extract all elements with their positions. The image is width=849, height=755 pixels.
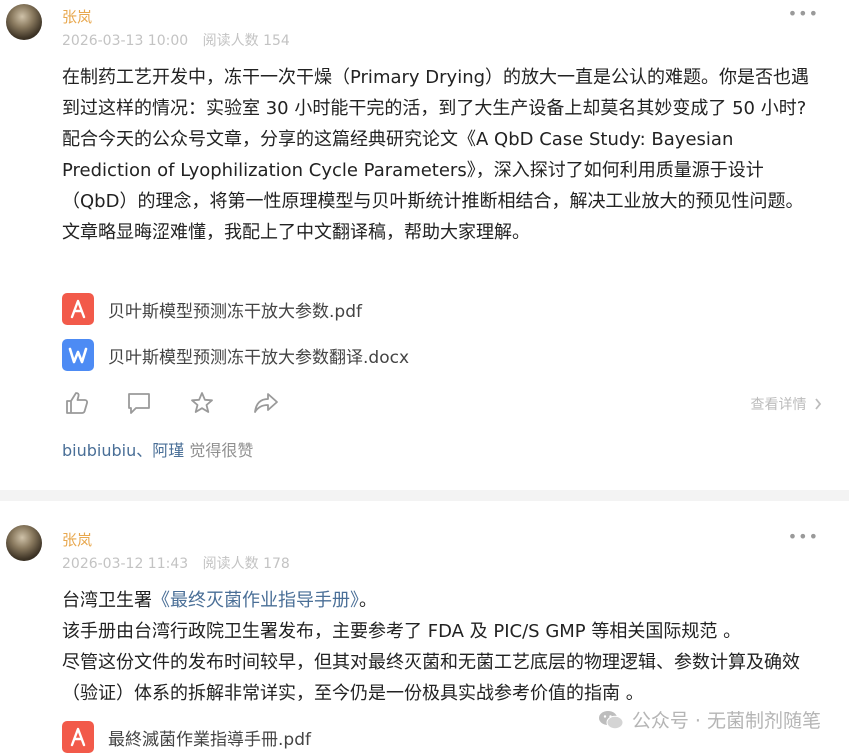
avatar[interactable] — [6, 525, 42, 561]
post-body: 台湾卫生署《最终灭菌作业指导手册》。 该手册由台湾行政院卫生署发布，主要参考了 … — [62, 585, 822, 709]
post-body: 在制药工艺开发中，冻干一次干燥（Primary Drying）的放大一直是公认的… — [62, 62, 822, 248]
more-options-icon[interactable]: ••• — [788, 4, 819, 23]
chevron-right-icon — [815, 398, 822, 410]
read-count: 阅读人数 178 — [202, 556, 290, 572]
pdf-icon — [62, 721, 94, 753]
watermark: 公众号 · 无菌制剂随笔 — [598, 706, 821, 733]
file-name: 贝叶斯模型预测冻干放大参数翻译.docx — [108, 347, 410, 368]
post-date: 2026-03-12 11:43 — [62, 556, 189, 572]
likes-suffix: 觉得很赞 — [184, 441, 254, 460]
watermark-text: 公众号 · 无菌制剂随笔 — [631, 710, 821, 732]
pdf-icon — [62, 293, 94, 325]
liker-names[interactable]: biubiubiu、阿瑾 — [62, 441, 184, 460]
author-name[interactable]: 张岚 — [62, 529, 92, 550]
text-prefix: 台湾卫生署 — [62, 590, 152, 611]
post-meta: 2026-03-12 11:43 阅读人数 178 — [62, 553, 290, 573]
file-attachment[interactable]: 最終滅菌作業指導手冊.pdf — [62, 720, 311, 754]
post-paragraph: 在制药工艺开发中，冻干一次干燥（Primary Drying）的放大一直是公认的… — [62, 67, 810, 119]
read-count: 阅读人数 154 — [202, 33, 290, 49]
share-icon[interactable] — [253, 390, 279, 416]
post-card: 张岚 2026-03-13 10:00 阅读人数 154 ••• 在制药工艺开发… — [0, 0, 849, 490]
post-paragraph: 台湾卫生署《最终灭菌作业指导手册》。 — [62, 585, 822, 616]
author-name[interactable]: 张岚 — [62, 6, 92, 27]
comment-icon[interactable] — [126, 390, 152, 416]
star-icon[interactable] — [189, 390, 215, 416]
more-options-icon[interactable]: ••• — [788, 527, 819, 546]
word-icon — [62, 339, 94, 371]
file-name: 贝叶斯模型预测冻干放大参数.pdf — [108, 301, 362, 322]
view-details-link[interactable]: 查看详情 — [751, 394, 822, 414]
avatar[interactable] — [6, 4, 42, 40]
document-link[interactable]: 《最终灭菌作业指导手册》 — [152, 590, 359, 611]
post-date: 2026-03-13 10:00 — [62, 33, 189, 49]
file-attachment[interactable]: 贝叶斯模型预测冻干放大参数.pdf — [62, 292, 362, 326]
file-attachment[interactable]: 贝叶斯模型预测冻干放大参数翻译.docx — [62, 338, 409, 372]
wechat-icon — [598, 710, 624, 729]
post-separator — [0, 490, 849, 501]
post-paragraph: 尽管这份文件的发布时间较早，但其对最终灭菌和无菌工艺底层的物理逻辑、参数计算及确… — [62, 652, 800, 704]
view-details-label: 查看详情 — [750, 397, 807, 413]
post-paragraph: 配合今天的公众号文章，分享的这篇经典研究论文《A QbD Case Study:… — [62, 129, 804, 243]
post-meta: 2026-03-13 10:00 阅读人数 154 — [62, 30, 290, 50]
text-suffix: 。 — [359, 590, 377, 611]
likes-row: biubiubiu、阿瑾 觉得很赞 — [62, 437, 253, 461]
file-name: 最終滅菌作業指導手冊.pdf — [108, 729, 311, 750]
post-paragraph: 该手册由台湾行政院卫生署发布，主要参考了 FDA 及 PIC/S GMP 等相关… — [62, 621, 742, 642]
thumbs-up-icon[interactable] — [64, 390, 90, 416]
action-bar: 查看详情 — [62, 390, 822, 420]
